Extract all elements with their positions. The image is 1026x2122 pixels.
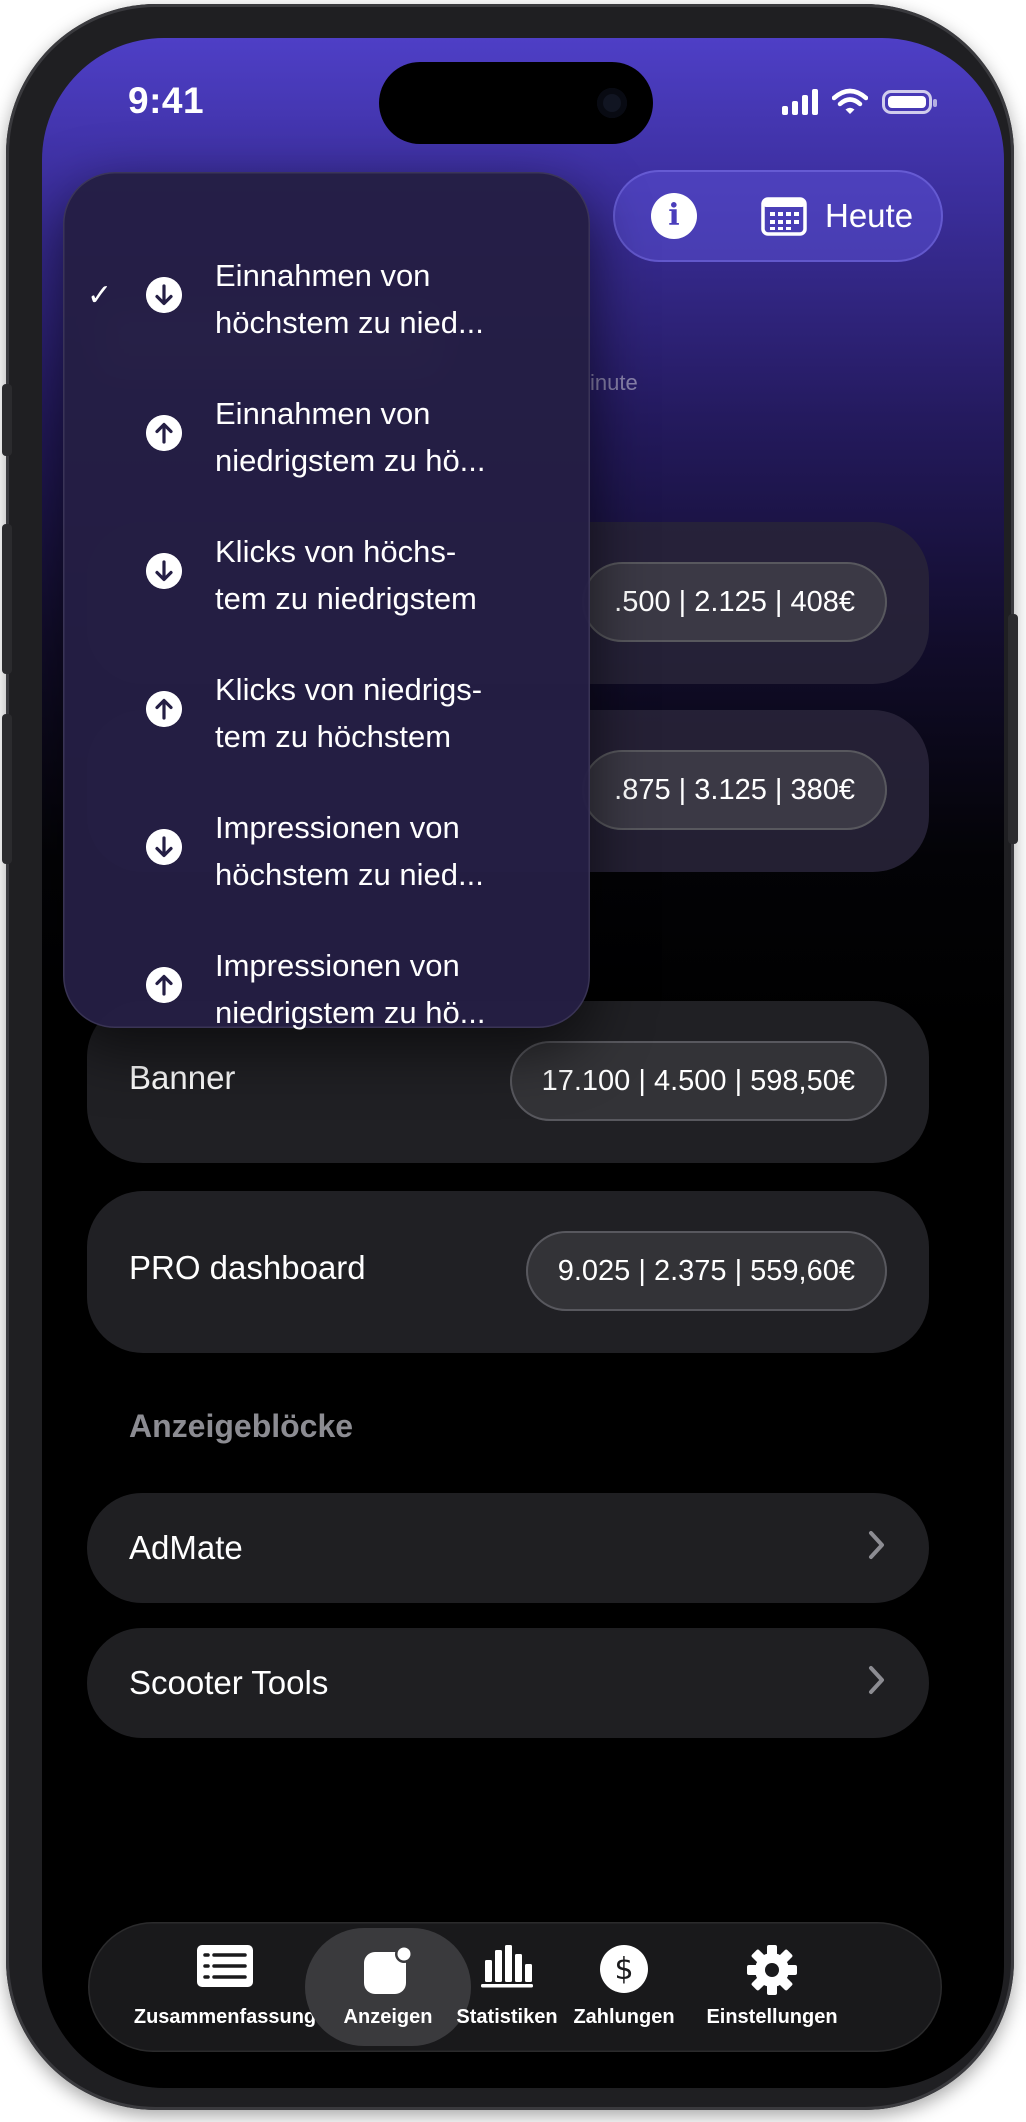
sort-option-label: Einnahmen von höchstem zu nied... (215, 258, 484, 340)
page-subtitle-fragment: inute (590, 370, 638, 395)
list-icon (197, 1945, 253, 1987)
cellular-signal-icon (782, 89, 818, 115)
arrow-up-icon (146, 967, 182, 1003)
checkmark-icon: ✓ (87, 278, 113, 313)
sort-option-label: Klicks von höchs-tem zu niedrigstem (215, 534, 477, 616)
tab-settings[interactable]: Einstellungen (692, 1922, 852, 2052)
ad-stats-pill: 9.025 | 2.375 | 559,60€ (525, 1231, 887, 1311)
camera-icon (597, 88, 627, 118)
tab-summary[interactable]: Zusammenfassung (126, 1922, 324, 2052)
sort-option-label: Impressionen von höchstem zu nied... (215, 810, 484, 892)
calendar-icon (761, 197, 807, 236)
ad-block-row[interactable]: Scooter Tools (87, 1628, 929, 1738)
ads-icon (364, 1945, 413, 1994)
ad-card[interactable]: PRO dashboard 9.025 | 2.375 | 559,60€ (87, 1191, 929, 1353)
ad-block-label: Scooter Tools (129, 1664, 329, 1701)
dynamic-island (379, 62, 653, 144)
ad-stats: 9.025 | 2.375 | 559,60€ (557, 1254, 855, 1287)
arrow-down-icon (146, 277, 182, 313)
header-actions: i Heute (613, 170, 943, 262)
mute-switch (2, 384, 12, 456)
tab-label: Statistiken (456, 2006, 558, 2028)
tab-label: Einstellungen (706, 2006, 838, 2028)
today-label: Heute (825, 197, 914, 234)
status-time: 9:41 (128, 80, 205, 121)
sort-option[interactable]: ✓ Einnahmen von höchstem zu nied... (63, 244, 590, 380)
tab-payments[interactable]: $ Zahlungen (562, 1922, 686, 2052)
ad-name: PRO dashboard (129, 1249, 366, 1286)
dollar-icon: $ (600, 1945, 648, 1993)
tab-label: Zahlungen (573, 2006, 675, 2028)
ad-blocks-heading: Anzeigeblöcke (129, 1408, 354, 1444)
volume-up-button (2, 524, 12, 674)
app-screen: 9:41 i Heute inute .500 | 2.125 | 408€ .… (42, 38, 1004, 2088)
tab-label: Zusammenfassung (133, 2006, 317, 2028)
sort-menu: ✓ Einnahmen von höchstem zu nied... Einna… (63, 172, 590, 1030)
sort-option-label: Einnahmen von niedrigstem zu hö... (215, 396, 486, 478)
sort-option[interactable]: Einnahmen von niedrigstem zu hö... (63, 382, 590, 518)
sort-option[interactable]: Klicks von höchs-tem zu niedrigstem (63, 520, 590, 656)
sort-option[interactable]: Impressionen von niedrigstem zu hö... (63, 934, 590, 1070)
sort-option[interactable]: Impressionen von höchstem zu nied... (63, 796, 590, 932)
chevron-right-icon (869, 1666, 884, 1694)
today-button[interactable]: Heute (761, 184, 913, 248)
svg-text:$: $ (614, 1952, 633, 1987)
ad-stats: .500 | 2.125 | 408€ (614, 585, 855, 618)
tab-bar: Zusammenfassung Anzeigen Statistiken $ Z… (88, 1922, 942, 2052)
arrow-up-icon (146, 691, 182, 727)
tab-label: Anzeigen (343, 2006, 433, 2028)
ad-stats-pill: .875 | 3.125 | 380€ (582, 750, 887, 830)
ad-block-row[interactable]: AdMate (87, 1493, 929, 1603)
gear-icon (747, 1945, 797, 1995)
sort-option-label: Klicks von niedrigs-tem zu höchstem (215, 672, 483, 754)
info-button[interactable]: i (651, 193, 697, 239)
ad-stats: .875 | 3.125 | 380€ (614, 773, 855, 806)
arrow-up-icon (146, 415, 182, 451)
chevron-right-icon (869, 1531, 884, 1559)
ad-stats-pill: .500 | 2.125 | 408€ (582, 562, 887, 642)
arrow-down-icon (146, 553, 182, 589)
power-button (1008, 614, 1018, 844)
sort-option-label: Impressionen von niedrigstem zu hö... (215, 948, 486, 1030)
battery-icon (882, 90, 937, 114)
ad-block-label: AdMate (129, 1529, 243, 1566)
tab-statistics[interactable]: Statistiken (452, 1922, 562, 2052)
tab-ads[interactable]: Anzeigen (305, 1922, 471, 2052)
wifi-icon (832, 88, 868, 114)
bar-chart-icon (481, 1945, 533, 1988)
volume-down-button (2, 714, 12, 864)
sort-option[interactable]: Klicks von niedrigs-tem zu höchstem (63, 658, 590, 794)
status-icons (782, 88, 937, 116)
phone-frame: 9:41 i Heute inute .500 | 2.125 | 408€ .… (2, 4, 1018, 2110)
arrow-down-icon (146, 829, 182, 865)
